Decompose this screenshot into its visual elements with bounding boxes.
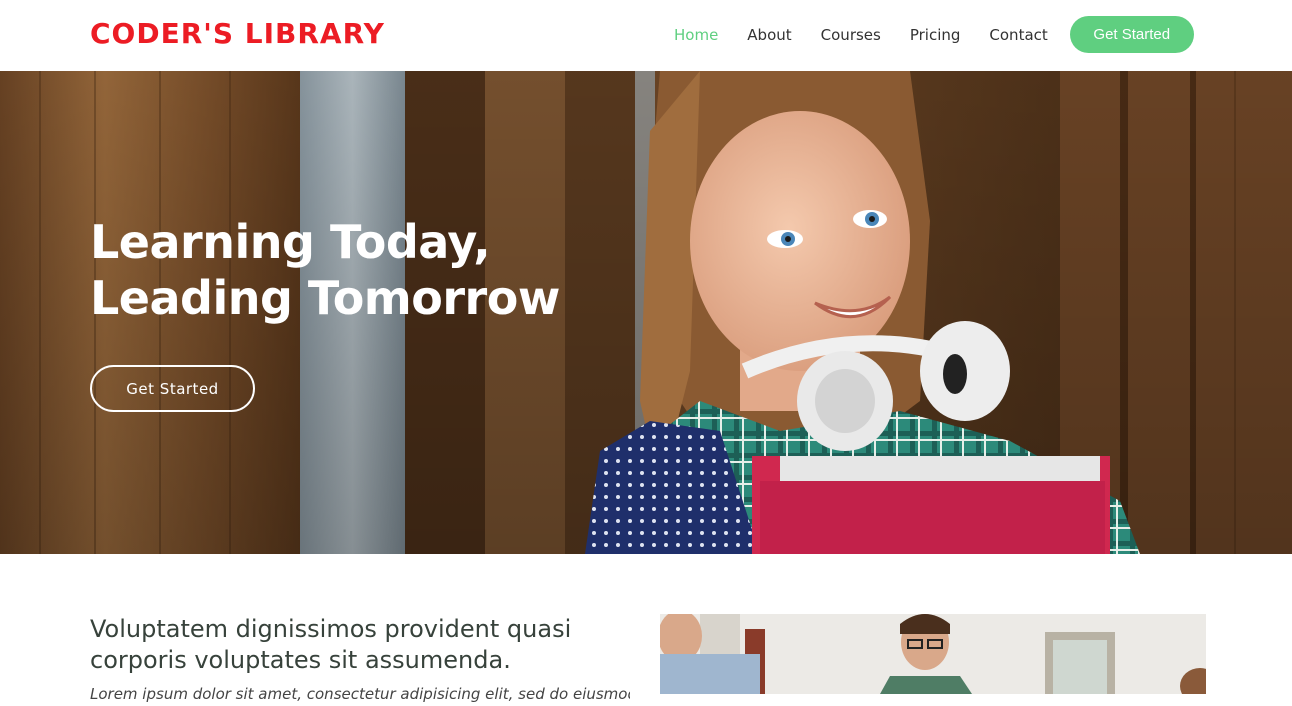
hero-title: Learning Today, Leading Tomorrow	[90, 214, 560, 326]
hero-section: Learning Today, Leading Tomorrow Get Sta…	[0, 71, 1292, 554]
nav-link-about[interactable]: About	[747, 26, 791, 44]
about-photo-illustration	[660, 614, 1206, 694]
get-started-hero-button[interactable]: Get Started	[90, 365, 255, 412]
nav-link-pricing[interactable]: Pricing	[910, 26, 961, 44]
about-image	[660, 614, 1206, 694]
nav-link-contact[interactable]: Contact	[989, 26, 1047, 44]
site-header: CODER'S LIBRARY Home About Courses Prici…	[0, 0, 1292, 71]
nav-link-courses[interactable]: Courses	[821, 26, 881, 44]
main-nav: Home About Courses Pricing Contact Get S…	[660, 16, 1194, 53]
nav-link-home[interactable]: Home	[674, 26, 718, 44]
site-logo[interactable]: CODER'S LIBRARY	[90, 14, 385, 54]
hero-title-line-1: Learning Today,	[90, 215, 491, 269]
about-heading: Voluptatem dignissimos provident quasi c…	[90, 615, 572, 674]
get-started-nav-button[interactable]: Get Started	[1069, 16, 1194, 53]
hero-title-line-2: Leading Tomorrow	[90, 271, 560, 325]
about-intro-text: Lorem ipsum dolor sit amet, consectetur …	[90, 685, 630, 703]
